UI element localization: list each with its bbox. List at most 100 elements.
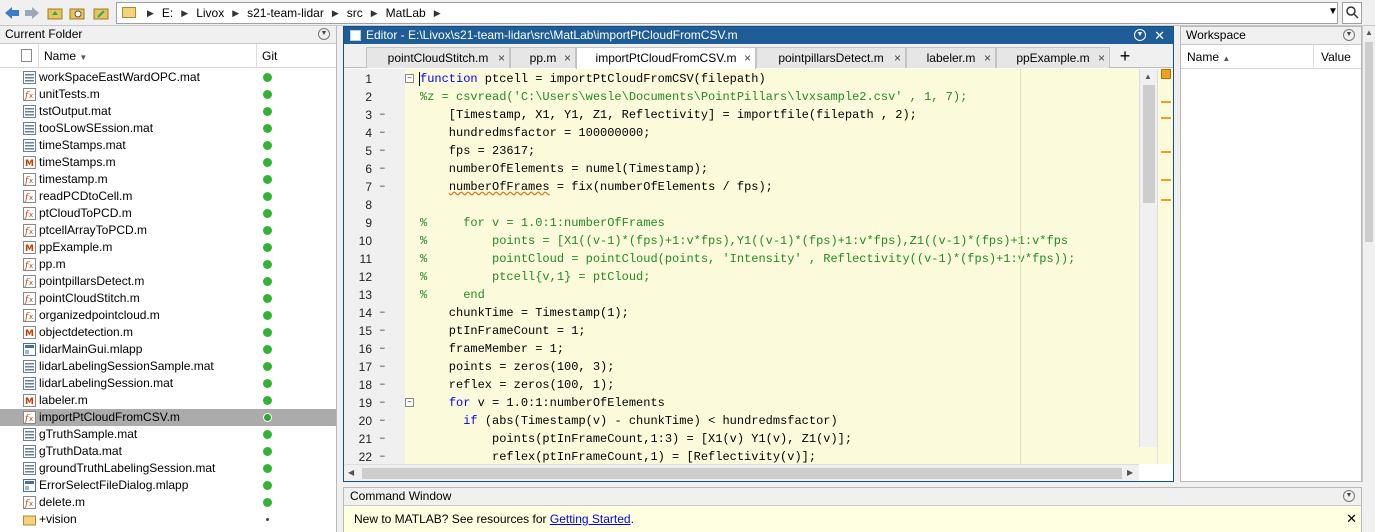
file-row[interactable]: MppExample.m [0,239,336,256]
breakpoint-marker[interactable]: – [379,178,386,196]
breadcrumb-item[interactable]: s21-team-lidar [242,6,329,20]
file-row[interactable]: lidarMainGui.mlapp [0,341,336,358]
breakpoint-marker[interactable]: – [379,394,386,412]
warning-marker[interactable] [1161,179,1171,181]
scroll-thumb[interactable] [362,468,1122,479]
file-row[interactable]: workSpaceEastWardOPC.mat [0,69,336,86]
file-row[interactable]: ErrorSelectFileDialog.mlapp [0,477,336,494]
search-icon[interactable] [1342,2,1362,24]
file-row[interactable]: f x importPtCloudFromCSV.m [0,409,336,426]
breakpoint-marker[interactable]: – [379,304,386,322]
breakpoint-marker[interactable]: – [379,340,386,358]
tab-pp[interactable]: pp.m × [510,47,576,68]
tab-importptcloudfromcsv[interactable]: importPtCloudFromCSV.m × [576,47,756,69]
file-row[interactable]: tstOutput.mat [0,103,336,120]
forward-arrow-icon[interactable] [23,4,41,22]
breakpoint-marker[interactable]: – [379,430,386,448]
code-line[interactable]: 20– if (abs(Timestamp(v) - chunkTime) < … [344,412,1157,430]
getting-started-link[interactable]: Getting Started [550,512,631,526]
file-row[interactable]: +vision [0,511,336,528]
panel-menu-icon[interactable]: ▼ [318,28,330,40]
file-row[interactable]: lidarLabelingSessionSample.mat [0,358,336,375]
warning-marker[interactable] [1161,117,1171,119]
panel-menu-icon[interactable]: ▼ [1134,29,1146,41]
file-row[interactable]: gTruthSample.mat [0,426,336,443]
file-row[interactable]: MtimeStamps.m [0,154,336,171]
close-icon[interactable]: × [894,48,901,68]
close-icon[interactable]: × [984,48,991,68]
file-row[interactable]: Mlabeler.m [0,392,336,409]
up-folder-icon[interactable] [46,4,64,22]
code-line[interactable]: 3– [Timestamp, X1, Y1, Z1, Reflectivity]… [344,106,1157,124]
file-row[interactable]: f x unitTests.m [0,86,336,103]
file-row[interactable]: lidarLabelingSession.mat [0,375,336,392]
code-line[interactable]: 4– hundredmsfactor = 100000000; [344,124,1157,142]
file-row[interactable]: Mobjectdetection.m [0,324,336,341]
fold-toggle-icon[interactable]: − [405,398,414,407]
scroll-up-icon[interactable]: ▲ [1365,28,1373,37]
code-line[interactable]: 5– fps = 23617; [344,142,1157,160]
code-line[interactable]: 10 % points = [X1((v-1)*(fps)+1:v*fps),Y1… [344,232,1157,250]
file-row[interactable]: timeStamps.mat [0,137,336,154]
code-line[interactable]: 7– numberOfFrames = fix(numberOfElements… [344,178,1157,196]
column-divider[interactable] [38,44,39,68]
breadcrumb-item[interactable]: E: [157,6,178,20]
breakpoint-marker[interactable]: – [379,376,386,394]
file-row[interactable]: f x ptCloudToPCD.m [0,205,336,222]
scroll-thumb[interactable] [1143,85,1155,203]
code-line[interactable]: 21– points(ptInFrameCount,1:3) = [X1(v) … [344,430,1157,448]
file-row[interactable]: f x timestamp.m [0,171,336,188]
warning-marker[interactable] [1161,199,1171,201]
warning-marker[interactable] [1161,151,1171,153]
tab-ppexample[interactable]: ppExample.m × [996,47,1110,68]
file-row[interactable]: f x delete.m [0,494,336,511]
breakpoint-marker[interactable]: – [379,322,386,340]
code-line[interactable]: 18– reflex = zeros(100, 1); [344,376,1157,394]
tab-pointpillarsdetect[interactable]: pointpillarsDetect.m × [756,47,906,68]
breadcrumb-item[interactable]: MatLab [381,6,431,20]
file-row[interactable]: groundTruthLabelingSession.mat [0,460,336,477]
close-icon[interactable]: × [1098,48,1105,68]
warning-marker[interactable] [1161,101,1171,103]
fold-toggle-icon[interactable]: − [405,74,414,83]
close-icon[interactable]: ✕ [1346,506,1357,532]
right-scrollbar[interactable]: ▲ [1362,26,1375,482]
breakpoint-marker[interactable]: – [379,358,386,376]
close-icon[interactable]: × [564,48,571,68]
go-folder-icon[interactable] [92,4,110,22]
breakpoint-marker[interactable]: – [379,142,386,160]
code-line[interactable]: 16– frameMember = 1; [344,340,1157,358]
code-line[interactable]: 11 % pointCloud = pointCloud(points, 'Int… [344,250,1157,268]
editor-horizontal-scrollbar[interactable]: ◀ ▶ [344,464,1139,481]
file-row[interactable]: gTruthData.mat [0,443,336,460]
panel-menu-icon[interactable]: ▼ [1343,490,1355,502]
new-tab-button[interactable]: + [1110,47,1140,68]
editor-vertical-scrollbar[interactable]: ▲ [1139,69,1157,447]
close-icon[interactable]: × [498,48,505,68]
close-icon[interactable]: ✕ [1154,27,1165,44]
browse-folder-icon[interactable] [68,4,86,22]
code-editor[interactable]: 1− function ptcell = importPtCloudFromCSV… [344,69,1157,464]
breakpoint-marker[interactable]: – [379,160,386,178]
warning-indicator-icon[interactable] [1161,69,1171,79]
file-row[interactable]: f x organizedpointcloud.m [0,307,336,324]
tab-labeler[interactable]: labeler.m × [906,47,996,68]
code-line[interactable]: 22– reflex(ptInFrameCount,1) = [Reflecti… [344,448,1157,464]
breakpoint-marker[interactable]: – [379,124,386,142]
column-header-value[interactable]: Value [1321,50,1351,64]
back-arrow-icon[interactable] [3,4,21,22]
code-line[interactable]: 12 % ptcell{v,1} = ptCloud; [344,268,1157,286]
breadcrumb-item[interactable]: src [342,6,368,20]
code-line[interactable]: 13 % end [344,286,1157,304]
code-line[interactable]: 6– numberOfElements = numel(Timestamp); [344,160,1157,178]
column-divider[interactable] [256,44,257,68]
breadcrumb-item[interactable]: Livox [191,6,229,20]
code-line[interactable]: 2 %z = csvread('C:\Users\wesle\Documents\… [344,88,1157,106]
panel-menu-icon[interactable]: ▼ [1343,29,1355,41]
code-line[interactable]: 9 % for v = 1.0:1:numberOfFrames [344,214,1157,232]
file-row[interactable]: f x readPCDtoCell.m [0,188,336,205]
tab-pointcloudstitch[interactable]: pointCloudStitch.m × [366,47,510,68]
file-row[interactable]: f x pointpillarsDetect.m [0,273,336,290]
column-header-name[interactable]: Name ▼ [44,49,87,63]
close-icon[interactable]: × [744,48,751,68]
